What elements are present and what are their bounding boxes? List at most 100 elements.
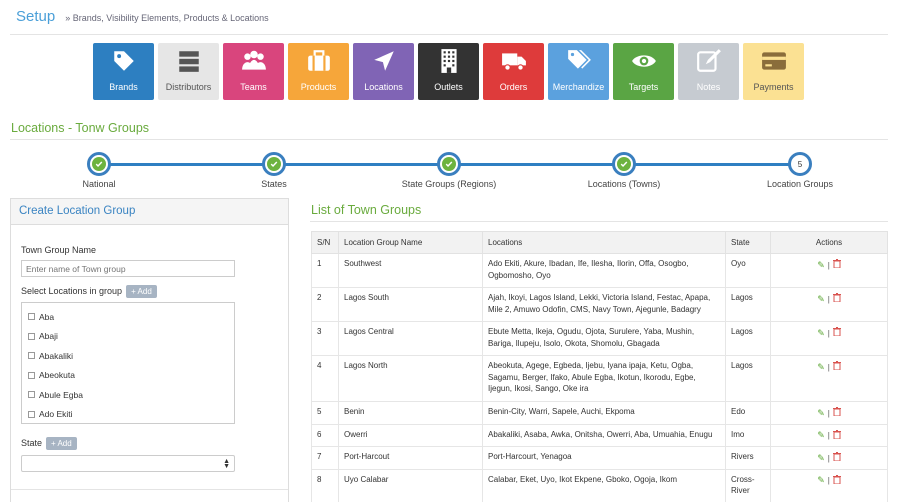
step-complete-circle [437,152,461,176]
checkbox[interactable] [28,391,35,399]
cell-name: Benin [338,401,483,425]
state-select[interactable]: ▲ ▼ [21,455,235,472]
separator: | [827,476,830,485]
cell-state: Edo [725,401,771,425]
checkbox[interactable] [28,352,35,360]
step-current-circle: 5 [788,152,812,176]
suitcase-icon [306,48,332,82]
town-group-name-input[interactable] [21,260,235,277]
cell-locations: Abeokuta, Agege, Egbeda, Ijebu, Iyana ip… [482,355,726,402]
cell-sn: 4 [311,355,339,402]
edit-pencil-icon[interactable]: ✎ [817,362,825,374]
truck-icon [501,48,527,82]
cell-sn: 8 [311,468,339,502]
location-option[interactable]: Ado Ekiti [22,405,234,424]
step-1[interactable]: National [39,152,159,189]
progress-stepper: National States State Groups (Regions) Loca… [0,150,900,195]
tile-orders[interactable]: Orders [483,43,544,100]
checkbox[interactable] [28,371,35,379]
tile-products[interactable]: Products [288,43,349,100]
location-option[interactable]: Abaji [22,327,234,347]
separator: | [827,362,830,372]
location-option-label: Aba [39,311,55,322]
check-icon [442,157,456,171]
checkbox[interactable] [28,332,35,340]
cell-sn: 5 [311,401,339,425]
cell-sn: 1 [311,253,339,288]
town-group-name-label: Town Group Name [21,245,97,255]
tile-distributors[interactable]: Distributors [158,43,219,100]
trash-icon[interactable] [832,452,841,465]
step-complete-circle [262,152,286,176]
step-label: Locations (Towns) [587,179,661,189]
step-4[interactable]: Locations (Towns) [564,152,684,189]
table-row: 4 Lagos North Abeokuta, Agege, Egbeda, Ije… [311,355,888,402]
tile-locations[interactable]: Locations [353,43,414,100]
list-title: List of Town Groups [311,203,422,217]
trash-icon[interactable] [832,407,841,420]
cell-state: Oyo [725,253,771,288]
location-option[interactable]: Aba [22,307,234,327]
checkbox[interactable] [28,313,35,321]
tile-brands[interactable]: Brands [93,43,154,100]
step-5[interactable]: 5 Location Groups [740,152,860,189]
trash-icon[interactable] [832,361,841,374]
tile-targets[interactable]: Targets [613,43,674,100]
step-2[interactable]: States [214,152,334,189]
location-option[interactable]: Abeokuta [22,366,234,386]
tile-label: Merchandize [552,82,605,92]
cell-actions: ✎ | [770,446,888,470]
tile-payments[interactable]: Payments [743,43,804,100]
cell-sn: 7 [311,446,339,470]
cell-actions: ✎ | [770,253,888,288]
separator: | [827,431,830,440]
tile-merchandize[interactable]: Merchandize [548,43,609,100]
location-option-label: Abeokuta [39,370,75,381]
trash-icon[interactable] [832,259,841,272]
add-state-button[interactable]: + Add [46,437,77,450]
cell-locations: Ajah, Ikoyi, Lagos Island, Lekki, Victor… [482,287,726,322]
cell-name: Lagos South [338,287,483,322]
cell-locations: Ado Ekiti, Akure, Ibadan, Ife, Ilesha, I… [482,253,726,288]
tile-notes[interactable]: Notes [678,43,739,100]
create-location-group-panel: Create Location Group Town Group Name Se… [10,198,289,502]
location-option[interactable]: Abakaliki [22,346,234,366]
divider [310,221,888,222]
cell-name: Southwest [338,253,483,288]
edit-pencil-icon[interactable]: ✎ [817,475,825,487]
tile-outlets[interactable]: Outlets [418,43,479,100]
check-icon [92,157,106,171]
trash-icon[interactable] [832,474,841,488]
tile-label: Products [300,82,337,92]
location-arrow-icon [371,48,397,82]
location-option[interactable]: Abule Egba [22,385,234,405]
trash-icon[interactable] [832,429,841,443]
locations-checklist[interactable]: Aba Abaji Abakaliki Abeokuta Abule Egba Ado E… [21,302,235,424]
select-locations-label: Select Locations in group [21,286,123,296]
select-locations-row: Select Locations in group + Add [21,285,157,298]
table-row: 8 Uyo Calabar Calabar, Eket, Uyo, Ikot Ekp… [311,468,888,502]
table-row: 7 Port-Harcout Port-Harcourt, Yenagoa River… [311,446,888,470]
add-location-button[interactable]: + Add [126,285,157,298]
table-row: 3 Lagos Central Ebute Metta, Ikeja, Ogudu,… [311,321,888,356]
separator: | [827,328,830,338]
col-actions: Actions [770,231,888,254]
cell-actions: ✎ | [770,287,888,322]
tile-teams[interactable]: Teams [223,43,284,100]
location-option-label: Abaji [39,331,58,342]
tile-label: Targets [628,82,659,92]
checkbox[interactable] [28,410,35,418]
table-row: 1 Southwest Ado Ekiti, Akure, Ibadan, Ife,… [311,253,888,288]
edit-pencil-icon[interactable]: ✎ [817,328,825,340]
location-option-label: Abule Egba [39,389,83,400]
edit-pencil-icon[interactable]: ✎ [817,430,825,442]
trash-icon[interactable] [832,293,841,306]
edit-pencil-icon[interactable]: ✎ [817,294,825,306]
step-3[interactable]: State Groups (Regions) [389,152,509,189]
cell-locations: Ebute Metta, Ikeja, Ogudu, Ojota, Surule… [482,321,726,356]
trash-icon[interactable] [832,327,841,340]
edit-pencil-icon[interactable]: ✎ [817,260,825,272]
building-icon [436,48,462,82]
edit-pencil-icon[interactable]: ✎ [817,408,825,420]
edit-pencil-icon[interactable]: ✎ [817,453,825,465]
